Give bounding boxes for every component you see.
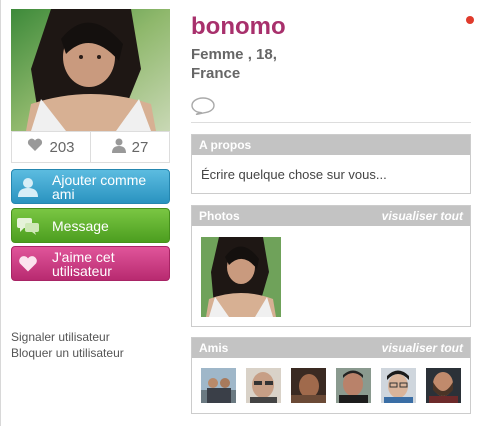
friends-stat[interactable]: 27 (90, 132, 169, 162)
profile-details: Femme , 18, France (191, 45, 277, 83)
message-label: Message (52, 217, 109, 234)
profile-photo[interactable] (11, 9, 170, 131)
likes-stat[interactable]: 203 (12, 132, 90, 162)
photos-title: Photos (199, 209, 240, 223)
chat-bubble-icon[interactable] (191, 97, 215, 120)
message-button[interactable]: Message (11, 208, 170, 243)
friends-title: Amis (199, 341, 229, 355)
friends-panel: Amis visualiser tout (191, 337, 471, 414)
like-user-label: J'aime cet utilisateur (52, 248, 115, 279)
gender-age: Femme , 18, (191, 46, 277, 63)
message-icon (12, 216, 44, 236)
side-links: Signaler utilisateur Bloquer un utilisat… (11, 329, 124, 361)
user-icon (111, 138, 126, 157)
like-user-button[interactable]: J'aime cet utilisateur (11, 246, 170, 281)
friend-avatar[interactable] (201, 368, 236, 403)
friends-list (192, 358, 470, 413)
friends-panel-header: Amis visualiser tout (192, 338, 470, 358)
photos-view-all-link[interactable]: visualiser tout (382, 209, 463, 223)
friends-view-all-link[interactable]: visualiser tout (382, 341, 463, 355)
profile-stats: 203 27 (11, 131, 170, 163)
about-title: A propos (199, 138, 252, 152)
friend-avatar[interactable] (426, 368, 461, 403)
friend-avatar[interactable] (291, 368, 326, 403)
add-user-icon (12, 177, 44, 197)
friend-avatar[interactable] (381, 368, 416, 403)
header-divider (191, 122, 471, 123)
heart-icon (27, 138, 43, 156)
username: bonomo (191, 13, 286, 40)
about-text-field[interactable]: Écrire quelque chose sur vous... (192, 155, 470, 194)
add-friend-label: Ajouter comme ami (52, 171, 147, 202)
online-status-indicator (466, 16, 474, 24)
add-friend-button[interactable]: Ajouter comme ami (11, 169, 170, 204)
photo-thumbnail[interactable] (201, 237, 281, 317)
likes-count: 203 (49, 138, 75, 156)
photos-panel: Photos visualiser tout (191, 205, 471, 327)
block-user-link[interactable]: Bloquer un utilisateur (11, 345, 124, 361)
friend-avatar[interactable] (336, 368, 371, 403)
friend-avatar[interactable] (246, 368, 281, 403)
about-panel: A propos Écrire quelque chose sur vous..… (191, 134, 471, 194)
friends-count: 27 (131, 138, 149, 156)
report-user-link[interactable]: Signaler utilisateur (11, 329, 124, 345)
heart-icon (12, 255, 44, 273)
photos-panel-header: Photos visualiser tout (192, 206, 470, 226)
page-left-border (0, 0, 1, 426)
about-panel-header: A propos (192, 135, 470, 155)
country: France (191, 65, 241, 82)
